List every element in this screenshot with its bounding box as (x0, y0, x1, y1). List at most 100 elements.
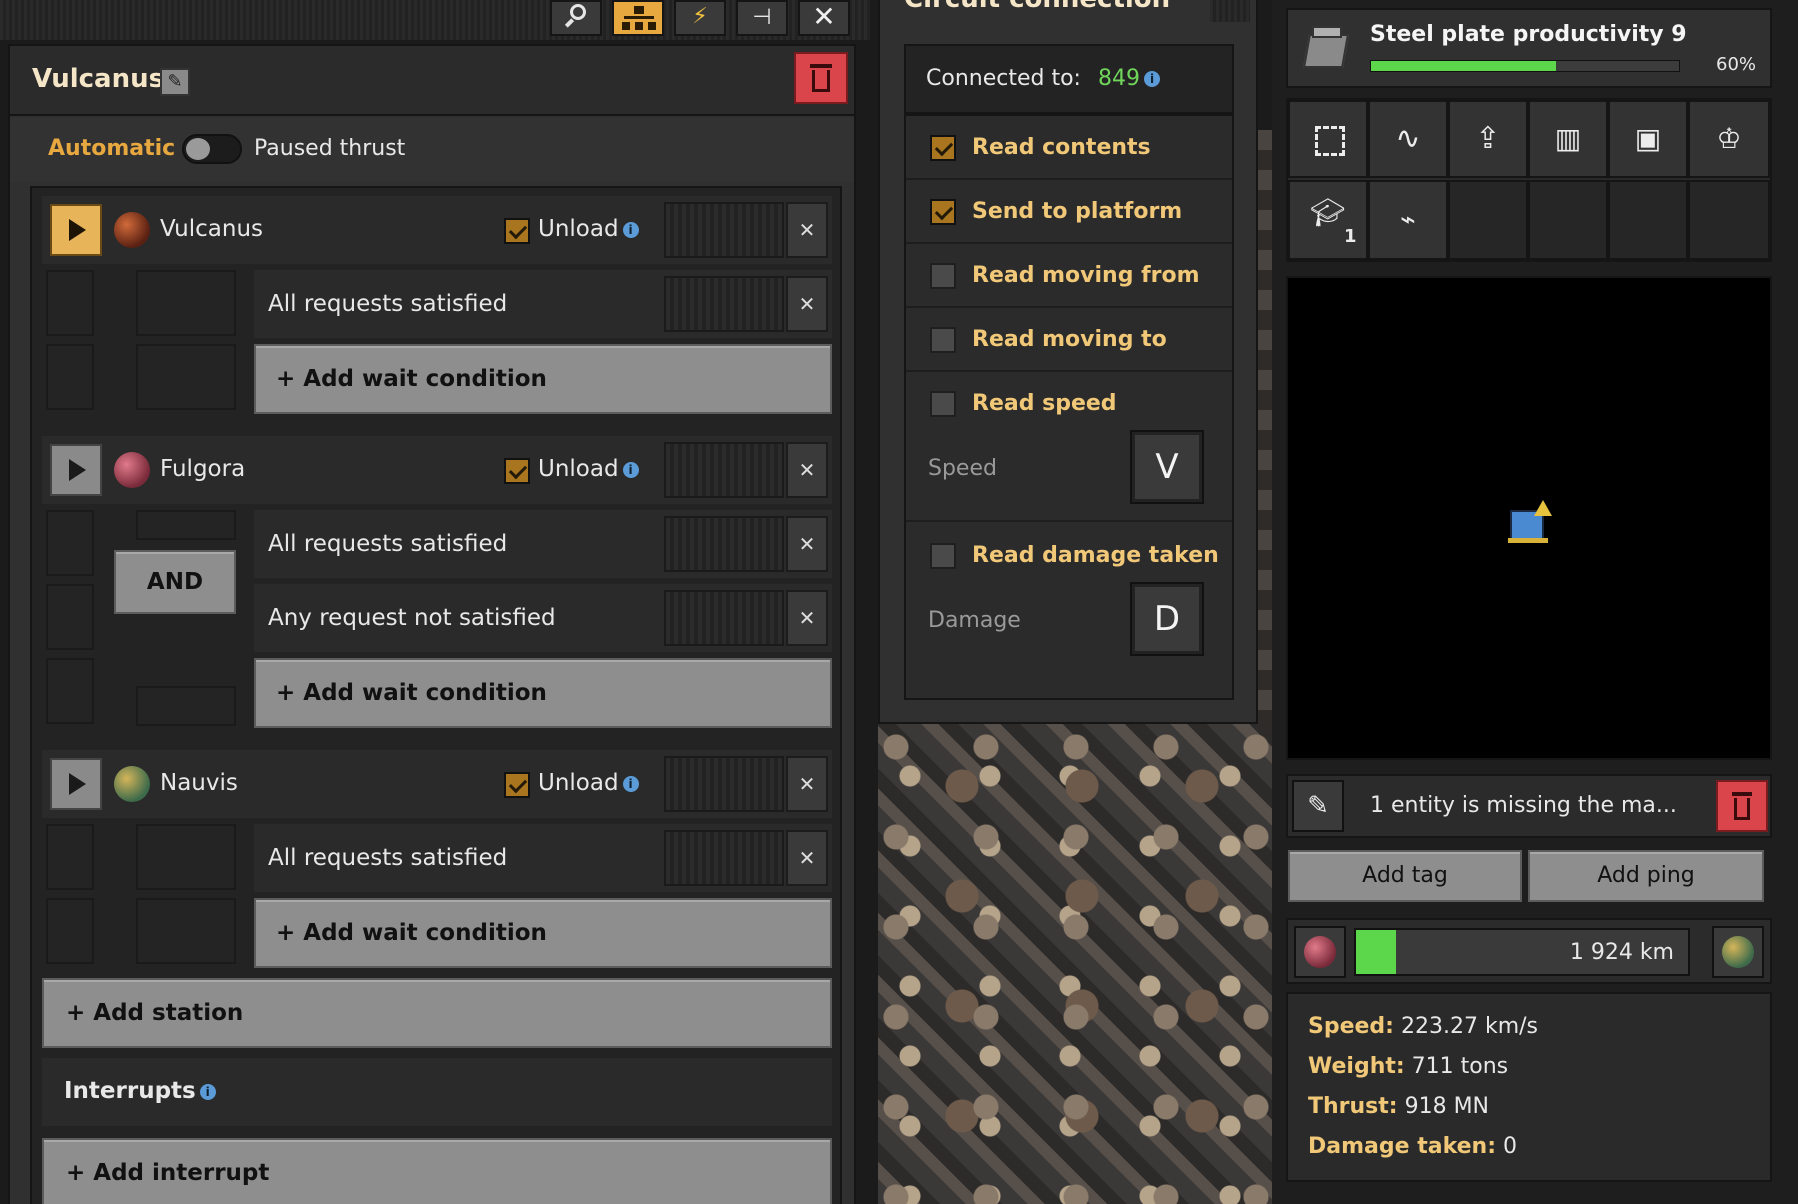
search-icon[interactable] (550, 0, 602, 36)
station-row[interactable]: Fulgora Unload i ✕ (42, 436, 832, 504)
book-icon[interactable]: ▥ (1528, 100, 1608, 178)
unload-checkbox[interactable] (504, 458, 530, 484)
fulgora-planet-icon (114, 452, 150, 488)
research-percent: 60% (1716, 54, 1757, 75)
wait-condition-row[interactable]: All requests satisfied ✕ (254, 510, 832, 578)
condition-label: All requests satisfied (268, 291, 508, 317)
read-damage-taken-checkbox[interactable] (930, 543, 956, 569)
wait-condition-row[interactable]: All requests satisfied ✕ (254, 824, 832, 892)
remote-icon[interactable]: ⌁ (1368, 180, 1448, 260)
travel-progress-fill (1356, 930, 1396, 974)
unload-checkbox[interactable] (504, 218, 530, 244)
origin-planet-icon (1294, 926, 1346, 978)
close-icon[interactable]: ✕ (798, 0, 850, 36)
station-row[interactable]: Vulcanus Unload i ✕ (42, 196, 832, 264)
add-station-button[interactable]: + Add station (42, 978, 832, 1048)
info-icon[interactable]: i (622, 775, 639, 792)
damage-signal-button[interactable]: D (1130, 582, 1204, 656)
option-row[interactable]: Read damage taken Damage D (906, 524, 1232, 674)
remove-station-button[interactable]: ✕ (786, 202, 828, 258)
send-to-platform-checkbox[interactable] (930, 199, 956, 225)
station-slot (664, 442, 784, 498)
option-label: Read speed (972, 391, 1117, 416)
add-interrupt-button[interactable]: + Add interrupt (42, 1138, 832, 1204)
read-speed-checkbox[interactable] (930, 391, 956, 417)
station-slot (664, 756, 784, 812)
schedule-list: Vulcanus Unload i ✕ All requests satisfie… (30, 186, 842, 1204)
minimap[interactable] (1286, 276, 1772, 760)
add-ping-button[interactable]: Add ping (1528, 850, 1764, 902)
automatic-toggle[interactable] (182, 134, 242, 164)
remove-station-button[interactable]: ✕ (786, 442, 828, 498)
info-icon[interactable]: i (1144, 71, 1160, 87)
play-button[interactable] (50, 758, 102, 810)
read-moving-from-checkbox[interactable] (930, 263, 956, 289)
option-row[interactable]: Read contents (906, 116, 1232, 180)
unload-checkbox[interactable] (504, 772, 530, 798)
condition-slot (664, 590, 784, 646)
remove-condition-button[interactable]: ✕ (786, 276, 828, 332)
research-cap-icon[interactable]: 🎓︎ 1 (1288, 180, 1368, 260)
stat-value: 918 MN (1404, 1094, 1490, 1119)
option-row[interactable]: Read moving to (906, 308, 1232, 372)
station-name: Nauvis (160, 770, 238, 796)
pencil-icon[interactable]: ✎ (1292, 780, 1344, 832)
speed-signal-button[interactable]: V (1130, 430, 1204, 504)
select-area-icon[interactable] (1288, 100, 1368, 178)
play-button[interactable] (50, 204, 102, 256)
delete-schedule-button[interactable] (794, 52, 848, 104)
empty-tool-slot (1688, 180, 1770, 260)
add-wait-condition-button[interactable]: + Add wait condition (254, 344, 832, 414)
option-label: Read damage taken (972, 543, 1219, 568)
read-moving-to-checkbox[interactable] (930, 327, 956, 353)
research-badge-count: 1 (1344, 226, 1357, 247)
stat-damage: Damage taken: 0 (1308, 1134, 1517, 1159)
lightning-icon[interactable]: ⚡ (674, 0, 726, 36)
remove-condition-button[interactable]: ✕ (786, 830, 828, 886)
empty-tool-slot (1528, 180, 1608, 260)
map-edge-strip (1256, 130, 1272, 730)
edit-name-icon[interactable]: ✎ (160, 68, 190, 96)
unload-text: Unload (538, 456, 619, 482)
speed-label: Speed (928, 456, 997, 481)
page-title: Vulcanus (32, 64, 165, 94)
add-wait-condition-button[interactable]: + Add wait condition (254, 658, 832, 728)
option-row[interactable]: Read speed Speed V (906, 372, 1232, 522)
and-operator-button[interactable]: AND (114, 550, 236, 614)
play-button[interactable] (50, 444, 102, 496)
trophy-icon[interactable]: ♔ (1688, 100, 1770, 178)
delete-alert-button[interactable] (1716, 780, 1768, 832)
alert-row: ✎ 1 entity is missing the ma... (1286, 774, 1772, 838)
hierarchy-icon[interactable] (612, 0, 664, 36)
add-wait-condition-button[interactable]: + Add wait condition (254, 898, 832, 968)
wait-condition-row[interactable]: All requests satisfied ✕ (254, 270, 832, 338)
title-drag-handle[interactable] (1210, 0, 1250, 22)
remove-condition-button[interactable]: ✕ (786, 590, 828, 646)
add-tag-button[interactable]: Add tag (1288, 850, 1522, 902)
option-row[interactable]: Send to platform (906, 180, 1232, 244)
remove-station-button[interactable]: ✕ (786, 756, 828, 812)
wait-condition-row[interactable]: Any request not satisfied ✕ (254, 584, 832, 652)
station-row[interactable]: Nauvis Unload i ✕ (42, 750, 832, 818)
station-name: Vulcanus (160, 216, 264, 242)
paused-thrust-label: Paused thrust (254, 136, 406, 161)
info-icon[interactable]: i (622, 461, 639, 478)
pin-icon[interactable]: ⊣ (736, 0, 788, 36)
option-label: Read moving to (972, 327, 1167, 352)
pulse-icon[interactable]: ∿ (1368, 100, 1448, 178)
schedule-panel: Vulcanus ✎ Automatic Paused thrust Vulca… (8, 44, 856, 1204)
travel-progress-track: 1 924 km (1354, 928, 1690, 976)
condition-label: All requests satisfied (268, 531, 508, 557)
platform-stats: Speed: 223.27 km/s Weight: 711 tons Thru… (1286, 992, 1772, 1182)
stat-weight: Weight: 711 tons (1308, 1054, 1508, 1079)
remove-condition-button[interactable]: ✕ (786, 516, 828, 572)
research-box[interactable]: Steel plate productivity 9 60% (1286, 8, 1772, 88)
upgrade-icon[interactable]: ⇪ (1448, 100, 1528, 178)
read-contents-checkbox[interactable] (930, 135, 956, 161)
info-icon[interactable]: i (199, 1083, 216, 1100)
option-label: Read moving from (972, 263, 1200, 288)
train-icon[interactable]: ▣ (1608, 100, 1688, 178)
info-icon[interactable]: i (622, 221, 639, 238)
option-row[interactable]: Read moving from (906, 244, 1232, 308)
automatic-label: Automatic (48, 136, 176, 161)
